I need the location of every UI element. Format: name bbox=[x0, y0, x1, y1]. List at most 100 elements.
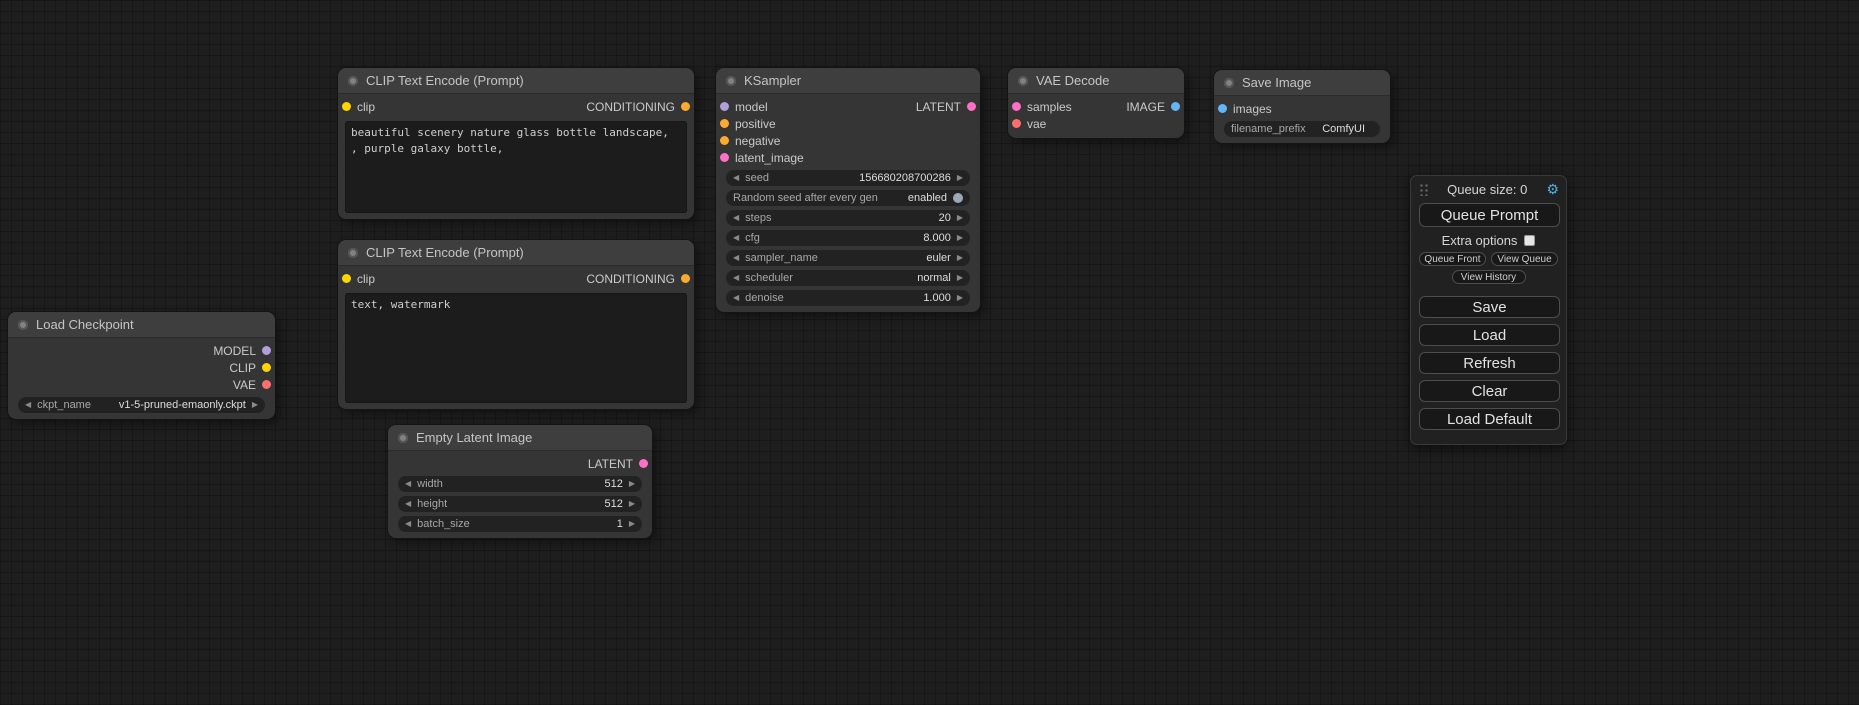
latent_image-input-dot[interactable] bbox=[720, 153, 729, 162]
prompt-textarea[interactable]: beautiful scenery nature glass bottle la… bbox=[345, 121, 687, 213]
vae-input-dot[interactable] bbox=[1012, 119, 1021, 128]
queue-prompt-button[interactable]: Queue Prompt bbox=[1419, 203, 1560, 227]
widget-ckpt_name[interactable]: ◀ckpt_namev1-5-pruned-emaonly.ckpt▶ bbox=[18, 397, 265, 413]
collapse-dot-icon[interactable] bbox=[1018, 76, 1028, 86]
increment-arrow-icon[interactable]: ▶ bbox=[629, 520, 635, 528]
images-input-dot[interactable] bbox=[1218, 104, 1227, 113]
node-title-bar[interactable]: KSampler bbox=[716, 68, 980, 94]
LATENT-output-dot[interactable] bbox=[639, 459, 648, 468]
decrement-arrow-icon[interactable]: ◀ bbox=[405, 500, 411, 508]
widget-label: filename_prefix bbox=[1231, 123, 1306, 135]
MODEL-output-dot[interactable] bbox=[262, 346, 271, 355]
CLIP-output-dot[interactable] bbox=[262, 363, 271, 372]
node-title-bar[interactable]: CLIP Text Encode (Prompt) bbox=[338, 68, 694, 94]
widget-height[interactable]: ◀height512▶ bbox=[398, 496, 642, 512]
widget-filename_prefix[interactable]: filename_prefixComfyUI bbox=[1224, 121, 1380, 137]
widget-denoise[interactable]: ◀denoise1.000▶ bbox=[726, 290, 970, 306]
node-title-bar[interactable]: VAE Decode bbox=[1008, 68, 1184, 94]
decrement-arrow-icon[interactable]: ◀ bbox=[733, 274, 739, 282]
node-title-bar[interactable]: Empty Latent Image bbox=[388, 425, 652, 451]
graph-canvas[interactable]: Load CheckpointMODELCLIPVAE◀ckpt_namev1-… bbox=[0, 0, 1859, 705]
CONDITIONING-output-dot[interactable] bbox=[681, 102, 690, 111]
collapse-dot-icon[interactable] bbox=[1224, 78, 1234, 88]
prompt-textarea[interactable]: text, watermark bbox=[345, 293, 687, 403]
input-slot-label: vae bbox=[1027, 117, 1046, 131]
increment-arrow-icon[interactable]: ▶ bbox=[957, 214, 963, 222]
toggle-knob-icon[interactable] bbox=[953, 193, 963, 203]
node-title-bar[interactable]: CLIP Text Encode (Prompt) bbox=[338, 240, 694, 266]
extra-options-checkbox[interactable] bbox=[1524, 235, 1535, 246]
collapse-dot-icon[interactable] bbox=[18, 320, 28, 330]
widget-cfg[interactable]: ◀ cfg 8.000 ▶ bbox=[726, 230, 970, 246]
increment-arrow-icon[interactable]: ▶ bbox=[957, 174, 963, 182]
node-clip-text-encode-positive[interactable]: CLIP Text Encode (Prompt)clipCONDITIONIN… bbox=[338, 68, 694, 219]
negative-input-dot[interactable] bbox=[720, 136, 729, 145]
refresh-button[interactable]: Refresh bbox=[1419, 352, 1560, 374]
increment-arrow-icon[interactable]: ▶ bbox=[629, 500, 635, 508]
CONDITIONING-output-dot[interactable] bbox=[681, 274, 690, 283]
widget-value: 156680208700286 bbox=[859, 172, 951, 184]
VAE-output-dot[interactable] bbox=[262, 380, 271, 389]
widget-seed[interactable]: ◀seed156680208700286▶ bbox=[726, 170, 970, 186]
save-button[interactable]: Save bbox=[1419, 296, 1560, 318]
load-button[interactable]: Load bbox=[1419, 324, 1560, 346]
node-title-bar[interactable]: Load Checkpoint bbox=[8, 312, 275, 338]
widget-steps[interactable]: ◀steps20▶ bbox=[726, 210, 970, 226]
node-save-image[interactable]: Save Imageimagesfilename_prefixComfyUI bbox=[1214, 70, 1390, 143]
node-vae-decode[interactable]: VAE DecodesamplesIMAGEvae bbox=[1008, 68, 1184, 138]
node-title-bar[interactable]: Save Image bbox=[1214, 70, 1390, 96]
clip-input-dot[interactable] bbox=[342, 102, 351, 111]
widget-value: 20 bbox=[939, 212, 951, 224]
widget-label: Random seed after every gen bbox=[733, 192, 878, 204]
settings-gear-icon[interactable]: ⚙ bbox=[1546, 182, 1559, 196]
collapse-dot-icon[interactable] bbox=[348, 248, 358, 258]
decrement-arrow-icon[interactable]: ◀ bbox=[733, 234, 739, 242]
decrement-arrow-icon[interactable]: ◀ bbox=[733, 174, 739, 182]
decrement-arrow-icon[interactable]: ◀ bbox=[733, 294, 739, 302]
increment-arrow-icon[interactable]: ▶ bbox=[957, 274, 963, 282]
decrement-arrow-icon[interactable]: ◀ bbox=[25, 401, 31, 409]
samples-input-dot[interactable] bbox=[1012, 102, 1021, 111]
LATENT-output-dot[interactable] bbox=[967, 102, 976, 111]
widget-batch_size[interactable]: ◀batch_size1▶ bbox=[398, 516, 642, 532]
node-clip-text-encode-negative[interactable]: CLIP Text Encode (Prompt)clipCONDITIONIN… bbox=[338, 240, 694, 409]
collapse-dot-icon[interactable] bbox=[348, 76, 358, 86]
output-slot-IMAGE: IMAGE bbox=[1126, 100, 1180, 114]
collapse-dot-icon[interactable] bbox=[726, 76, 736, 86]
node-load-checkpoint[interactable]: Load CheckpointMODELCLIPVAE◀ckpt_namev1-… bbox=[8, 312, 275, 419]
clip-input-dot[interactable] bbox=[342, 274, 351, 283]
increment-arrow-icon[interactable]: ▶ bbox=[957, 294, 963, 302]
increment-arrow-icon[interactable]: ▶ bbox=[629, 480, 635, 488]
widget-scheduler[interactable]: ◀schedulernormal▶ bbox=[726, 270, 970, 286]
queue-front-button[interactable]: Queue Front bbox=[1419, 252, 1486, 266]
output-slot-CLIP: CLIP bbox=[229, 361, 271, 375]
widget-width[interactable]: ◀width512▶ bbox=[398, 476, 642, 492]
widget-value: 8.000 bbox=[923, 232, 951, 244]
view-history-button[interactable]: View History bbox=[1452, 270, 1526, 284]
node-ksampler[interactable]: KSamplermodelLATENTpositivenegativelaten… bbox=[716, 68, 980, 312]
load-default-button[interactable]: Load Default bbox=[1419, 408, 1560, 430]
decrement-arrow-icon[interactable]: ◀ bbox=[733, 254, 739, 262]
increment-arrow-icon[interactable]: ▶ bbox=[957, 234, 963, 242]
node-empty-latent-image[interactable]: Empty Latent ImageLATENT◀width512▶◀heigh… bbox=[388, 425, 652, 538]
slot-row: LATENT bbox=[388, 455, 652, 472]
node-title-text: CLIP Text Encode (Prompt) bbox=[366, 73, 524, 88]
collapse-dot-icon[interactable] bbox=[398, 433, 408, 443]
positive-input-dot[interactable] bbox=[720, 119, 729, 128]
view-queue-button[interactable]: View Queue bbox=[1491, 252, 1558, 266]
widget-label: cfg bbox=[745, 232, 760, 244]
decrement-arrow-icon[interactable]: ◀ bbox=[733, 214, 739, 222]
model-input-dot[interactable] bbox=[720, 102, 729, 111]
input-slot-model: model bbox=[720, 100, 768, 114]
widget-sampler_name[interactable]: ◀sampler_nameeuler▶ bbox=[726, 250, 970, 266]
output-slot-label: LATENT bbox=[916, 100, 961, 114]
widget-label: height bbox=[417, 498, 447, 510]
decrement-arrow-icon[interactable]: ◀ bbox=[405, 520, 411, 528]
increment-arrow-icon[interactable]: ▶ bbox=[957, 254, 963, 262]
drag-handle-icon[interactable] bbox=[1418, 182, 1428, 196]
clear-button[interactable]: Clear bbox=[1419, 380, 1560, 402]
decrement-arrow-icon[interactable]: ◀ bbox=[405, 480, 411, 488]
IMAGE-output-dot[interactable] bbox=[1171, 102, 1180, 111]
increment-arrow-icon[interactable]: ▶ bbox=[252, 401, 258, 409]
widget-Random seed after every gen[interactable]: Random seed after every genenabled bbox=[726, 190, 970, 206]
